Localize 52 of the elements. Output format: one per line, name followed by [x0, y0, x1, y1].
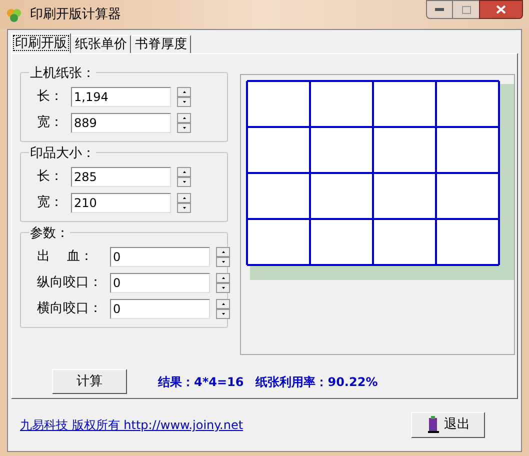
field-label: 宽： [37, 114, 63, 132]
number-field[interactable]: 1,194 [71, 87, 171, 107]
number-field[interactable]: 0 [110, 273, 210, 293]
number-field[interactable]: 0 [110, 247, 210, 267]
minimize-button[interactable] [426, 0, 453, 19]
up-arrow-icon [182, 117, 186, 119]
spin-buttons[interactable] [177, 193, 191, 213]
maximize-button[interactable] [453, 0, 479, 19]
number-field[interactable]: 889 [71, 113, 171, 133]
window-title: 印刷开版计算器 [30, 6, 121, 24]
door-icon [426, 416, 440, 434]
down-arrow-icon [182, 127, 186, 129]
copyright-link[interactable]: 九易科技 版权所有 http://www.joiny.net [20, 416, 244, 434]
up-arrow-icon [222, 251, 224, 253]
field-label: 横向咬口： [37, 300, 102, 318]
down-arrow-icon [182, 207, 186, 209]
down-arrow-icon [182, 181, 186, 183]
up-arrow-icon [222, 277, 224, 279]
tab[interactable]: 纸张单价 [71, 35, 131, 53]
number-field[interactable]: 210 [71, 193, 171, 213]
down-arrow-icon [222, 313, 224, 315]
spin-buttons[interactable] [177, 87, 191, 107]
calculate-button[interactable]: 计算 [52, 369, 127, 394]
field-label: 宽： [37, 194, 63, 212]
up-arrow-icon [222, 303, 224, 305]
down-arrow-icon [222, 261, 224, 263]
up-arrow-icon [182, 171, 186, 173]
spin-buttons[interactable] [177, 113, 191, 133]
down-arrow-icon [222, 287, 224, 289]
down-arrow-icon [182, 101, 186, 103]
spin-buttons[interactable] [216, 247, 230, 267]
field-label: 长： [37, 88, 63, 106]
spin-buttons[interactable] [177, 167, 191, 187]
close-button[interactable] [479, 0, 523, 19]
paper-usage: 纸张利用率：90.22% [256, 374, 378, 390]
maximize-icon [462, 6, 470, 14]
number-field[interactable]: 285 [71, 167, 171, 187]
minimize-icon [435, 8, 444, 11]
spin-buttons[interactable] [216, 299, 230, 319]
up-arrow-icon [182, 197, 186, 199]
up-arrow-icon [182, 91, 186, 93]
tab[interactable]: 书脊厚度 [131, 35, 191, 53]
field-label: 长： [37, 168, 63, 186]
field-label: 纵向咬口： [37, 274, 102, 292]
app-logo-icon [6, 6, 22, 22]
field-label: 出 血： [37, 248, 94, 266]
close-icon [496, 5, 506, 14]
spin-buttons[interactable] [216, 273, 230, 293]
result-count: 结果：4*4=16 [158, 374, 244, 390]
tab[interactable]: 印刷开版 [11, 33, 71, 53]
exit-button[interactable]: 退出 [411, 412, 485, 438]
number-field[interactable]: 0 [110, 299, 210, 319]
